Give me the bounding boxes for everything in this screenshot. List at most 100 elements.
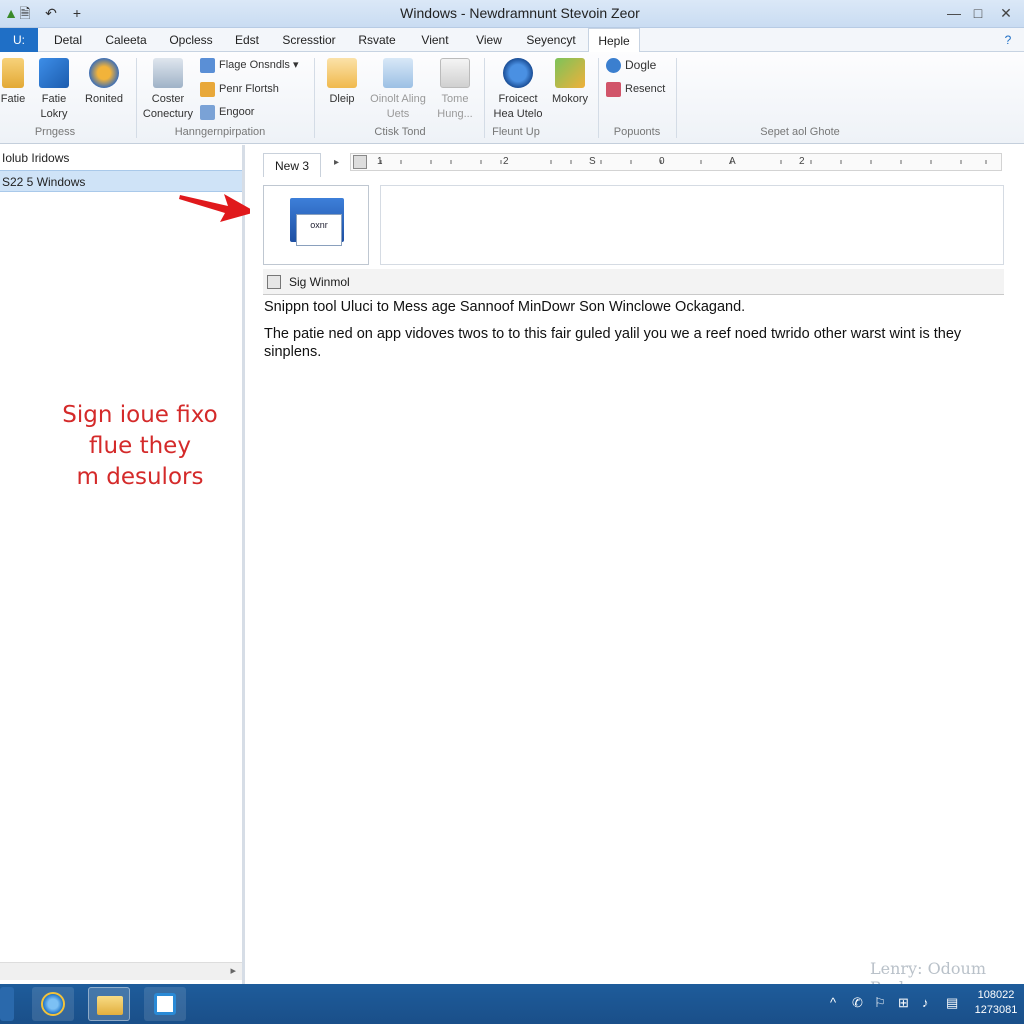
tab-heple[interactable]: Heple	[588, 28, 640, 53]
tray-network-icon[interactable]: ⊞	[898, 995, 909, 1011]
screen-icon	[327, 58, 357, 88]
red-arrow-icon	[179, 194, 256, 222]
caption-text: Sig Winmol	[289, 275, 350, 289]
picture-icon	[39, 58, 69, 88]
annotation-line: m desulors	[76, 464, 204, 490]
clock[interactable]: 108022 1273081	[968, 988, 1024, 1018]
ruler-mark: 0	[659, 156, 665, 167]
oinolt-button[interactable]: Oinolt Aling Uets	[370, 58, 426, 122]
save-icon[interactable]: 🗎	[16, 4, 34, 22]
clock-time: 108022	[977, 989, 1015, 1001]
cone-icon	[89, 58, 119, 88]
store-icon[interactable]	[144, 987, 186, 1021]
ruler[interactable]: 1 2 S 0 A 2	[350, 153, 1002, 171]
document-heading: Snippn tool Uluci to Mess age Sannoof Mi…	[264, 299, 746, 315]
explorer-icon[interactable]	[88, 987, 130, 1021]
horizontal-scrollbar[interactable]: ▸	[0, 962, 242, 980]
froicect-button[interactable]: Froicect Hea Utelo	[490, 58, 546, 122]
mokory-button[interactable]: Mokory	[548, 58, 592, 107]
scroll-right-icon[interactable]: ▸	[230, 964, 236, 977]
help-icon[interactable]: ?	[998, 28, 1018, 52]
window-icon	[200, 104, 215, 120]
group-label-fleunt-up: Fleunt Up	[492, 126, 540, 138]
tab-vient[interactable]: Vient	[412, 28, 458, 52]
group-label-popuonts: Popuonts	[613, 126, 661, 138]
undo-icon[interactable]: ↶	[42, 4, 60, 22]
ronited-button[interactable]: Ronited	[80, 58, 128, 107]
tab-opcless[interactable]: Opcless	[164, 28, 218, 52]
annotation-line: Sign ioue fixo	[62, 402, 218, 428]
globe-icon	[503, 58, 533, 88]
arrow-right-icon[interactable]: ▸	[334, 157, 339, 168]
tab-caleeta[interactable]: Caleeta	[100, 28, 152, 52]
tray-volume-icon[interactable]: ♪	[922, 995, 929, 1010]
maximize-button[interactable]: □	[968, 3, 988, 23]
dogle-button[interactable]: Dogle	[606, 56, 656, 74]
new-icon[interactable]: +	[68, 4, 86, 22]
group-label-prngess: Prngess	[34, 126, 76, 138]
tab-rsvate[interactable]: Rsvate	[352, 28, 402, 52]
ie-icon[interactable]	[32, 987, 74, 1021]
ribbon-divider	[676, 58, 677, 138]
window-title: Windows - Newdramnunt Stevoin Zeor	[400, 5, 640, 21]
sidebar-item-iolub-iridows[interactable]: Iolub Iridows	[0, 147, 242, 169]
tab-view[interactable]: View	[468, 28, 510, 52]
clock-date: 1273081	[974, 1004, 1018, 1016]
ribbon-divider	[314, 58, 315, 138]
tome-button[interactable]: Tome Hung...	[432, 58, 478, 122]
ruler-mark: 1	[377, 156, 383, 167]
folder-icon	[2, 58, 24, 88]
fatie-lokry-button[interactable]: Fatie Lokry	[34, 58, 74, 122]
title-bar: ▲ 🗎 ↶ + Windows - Newdramnunt Stevoin Ze…	[0, 0, 1024, 28]
coster-conectury-button[interactable]: Coster Conectury	[140, 58, 196, 122]
ruler-mark: A	[729, 156, 736, 167]
flage-onsndls-dropdown[interactable]: Flage Onsndls ▾	[200, 56, 299, 74]
tray-chevron-icon[interactable]: ^	[830, 995, 836, 1010]
pencil-icon	[200, 57, 215, 73]
tab-detal[interactable]: Detal	[46, 28, 90, 52]
close-button[interactable]: ✕	[996, 3, 1016, 23]
tab-edst[interactable]: Edst	[228, 28, 266, 52]
ruler-mark: 2	[799, 156, 805, 167]
penr-flortsh-button[interactable]: Penr Flortsh	[200, 80, 279, 98]
clipboard-icon[interactable]	[267, 275, 281, 289]
minimize-button[interactable]: —	[944, 3, 964, 23]
ribbon-divider	[136, 58, 137, 138]
tab-new-3[interactable]: New 3	[263, 153, 321, 177]
tray-phone-icon[interactable]: ✆	[852, 995, 863, 1011]
ribbon-divider	[598, 58, 599, 138]
capture-icon	[383, 58, 413, 88]
sidebar: Iolub Iridows S22 5 Windows Sign ioue fi…	[0, 145, 245, 985]
group-label-hanngernpirpation: Hanngernpirpation	[174, 126, 266, 138]
group-label-sepet-aol-ghote: Sepet aol Ghote	[760, 126, 840, 138]
tray-keyboard-icon[interactable]: ▤	[946, 995, 958, 1011]
chevron-down-icon: ▾	[293, 59, 299, 71]
document-icon	[440, 58, 470, 88]
preview-panel	[380, 185, 1004, 265]
reset-icon	[606, 81, 621, 97]
ribbon: Fatie Fatie Lokry Ronited Prngess Coster…	[0, 52, 1024, 144]
ribbon-tabs: U: Detal Caleeta Opcless Edst Scresstior…	[0, 28, 1024, 53]
start-icon[interactable]	[0, 987, 14, 1021]
annotation-line: flue they	[89, 433, 191, 459]
taskbar: ^ ✆ ⚐ ⊞ ♪ ▤ 108022 1273081	[0, 984, 1024, 1024]
tab-stop-icon[interactable]	[353, 155, 367, 169]
dleip-button[interactable]: Dleip	[320, 58, 364, 107]
caption-bar: Sig Winmol	[263, 269, 1004, 295]
snip-thumbnail[interactable]: oxnr	[263, 185, 369, 265]
red-annotation: Sign ioue fixo flue they m desulors	[40, 400, 240, 493]
group-label-ctisk-tond: Ctisk Tond	[374, 126, 426, 138]
refresh-icon	[606, 58, 621, 74]
tray-flag-icon[interactable]: ⚐	[874, 995, 886, 1011]
engoor-button[interactable]: Engoor	[200, 103, 254, 121]
monitor-icon	[153, 58, 183, 88]
tab-file[interactable]: U:	[0, 28, 38, 52]
document-paragraph: The patie ned on app vidoves twos to to …	[264, 326, 962, 360]
brush-icon	[200, 81, 215, 97]
gear-icon	[555, 58, 585, 88]
tab-scresstior[interactable]: Scresstior	[276, 28, 342, 52]
document-area: New 3 ▸ 1 2 S 0 A 2 oxnr Sig Winmol Snip…	[250, 145, 1024, 997]
fatie-button[interactable]: Fatie	[0, 58, 26, 107]
resenct-button[interactable]: Resenct	[606, 80, 665, 98]
tab-seyencyt[interactable]: Seyencyt	[518, 28, 584, 52]
